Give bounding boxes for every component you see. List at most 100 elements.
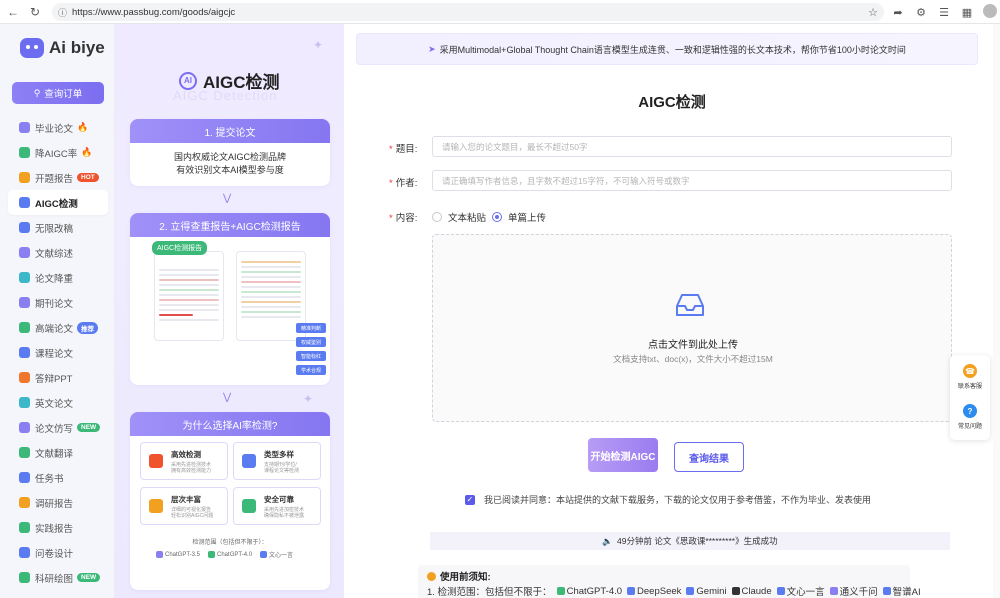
sidebar-item[interactable]: 论文降重 bbox=[8, 265, 108, 290]
bookmark-star-icon[interactable]: ☆ bbox=[868, 6, 878, 19]
collections-icon[interactable]: ▦ bbox=[959, 6, 975, 19]
model-tag: ChatGPT-3.5 bbox=[156, 551, 200, 558]
banner: ➤ 采用Multimodal+Global Thought Chain语言模型生… bbox=[356, 33, 978, 65]
topic-input[interactable]: 请输入您的论文题目，最长不超过50字 bbox=[432, 136, 952, 157]
sidebar-item[interactable]: 期刊论文 bbox=[8, 290, 108, 315]
sidebar-menu: 毕业论文 🔥 降AIGC率 🔥 开题报告 HOT AIGC检测 无限改稿 文献综述 论文降重 期刊论… bbox=[8, 115, 108, 590]
why-item-desc: 拥有高效检测能力 bbox=[171, 467, 212, 474]
sidebar-item-label: 论文降重 bbox=[35, 273, 74, 285]
model-icon bbox=[776, 587, 785, 595]
sidebar: Ai biye ⚲ 查询订单 毕业论文 🔥 降AIGC率 🔥 开题报告 HOT AIGC检测… bbox=[0, 24, 115, 598]
sidebar-item-label: 毕业论文 bbox=[35, 123, 74, 135]
logo[interactable]: Ai biye bbox=[20, 38, 105, 58]
sidebar-item[interactable]: 论文仿写 NEW bbox=[8, 415, 108, 440]
sidebar-item[interactable]: 科研绘图 NEW bbox=[8, 565, 108, 590]
sidebar-item-label: 任务书 bbox=[35, 473, 64, 485]
sidebar-item-label: 文献综述 bbox=[35, 248, 74, 260]
step1-line1: 国内权威论文AIGC检测品牌 bbox=[173, 152, 286, 162]
author-input[interactable]: 请正确填写作者信息，且字数不超过15字符，不可输入符号或数字 bbox=[432, 170, 952, 191]
topic-label: * 题目: bbox=[389, 144, 418, 155]
agreement: ✓ 我已阅读并同意：本站提供的文献下载服务，下载的论文仅用于参考借鉴，不作为毕业… bbox=[465, 493, 871, 506]
banner-text: 采用Multimodal+Global Thought Chain语言模型生成连… bbox=[439, 44, 906, 55]
sidebar-item[interactable]: 任务书 bbox=[8, 465, 108, 490]
radio-single-upload[interactable]: 单篇上传 bbox=[492, 210, 546, 224]
speaker-icon: 🔈 bbox=[602, 535, 613, 546]
model-icon bbox=[208, 551, 216, 558]
why-item: 高效检测 采用先进检测技术 拥有高效检测能力 bbox=[140, 442, 228, 480]
sidebar-item[interactable]: 文献翻译 bbox=[8, 440, 108, 465]
model-icon bbox=[627, 587, 636, 595]
sidebar-item[interactable]: 开题报告 HOT bbox=[8, 165, 108, 190]
sidebar-item-label: 无限改稿 bbox=[35, 223, 74, 235]
scrollbar[interactable] bbox=[993, 24, 1000, 598]
model-icon bbox=[156, 551, 163, 558]
report-feature-chip: 智能标红 bbox=[296, 351, 326, 361]
query-order-button[interactable]: ⚲ 查询订单 bbox=[12, 82, 104, 104]
radio-circle bbox=[432, 212, 442, 222]
sidebar-item[interactable]: 答辩PPT bbox=[8, 365, 108, 390]
back-icon[interactable]: ← bbox=[4, 3, 22, 21]
extensions-icon[interactable]: ⚙ bbox=[913, 6, 929, 19]
agree-checkbox[interactable]: ✓ bbox=[465, 494, 475, 505]
step2-title: 2. 立得查重报告+AIGC检测报告 bbox=[130, 213, 330, 237]
faq-label: 常见问题 bbox=[957, 424, 982, 430]
page-title: AIGC检测 bbox=[638, 94, 706, 111]
profile-avatar[interactable] bbox=[982, 4, 998, 21]
promo-ghost-text: AIGC Detection bbox=[173, 88, 278, 103]
share-icon[interactable]: ➦ bbox=[890, 6, 906, 19]
agree-text: 我已阅读并同意：本站提供的文献下载服务，下载的论文仅用于参考借鉴，不作为毕业、发… bbox=[484, 495, 872, 505]
radio-text-paste[interactable]: 文本粘贴 bbox=[432, 210, 486, 224]
why-item: 类型多样 支持期刊/学位/课程论文等检测 bbox=[233, 442, 321, 480]
why-item-icon bbox=[149, 499, 163, 513]
menu-item-icon bbox=[19, 322, 30, 333]
radio-paste-label: 文本粘贴 bbox=[448, 213, 487, 224]
radio-circle-selected bbox=[492, 212, 502, 222]
notice-text: 49分钟前 论文《思政课*********》生成成功 bbox=[617, 536, 778, 546]
sidebar-item[interactable]: 实践报告 bbox=[8, 515, 108, 540]
menu-item-icon bbox=[19, 397, 30, 408]
logo-text: Ai biye bbox=[49, 38, 105, 57]
content-label: * 内容: bbox=[389, 213, 418, 224]
step1-title: 1. 提交论文 bbox=[130, 119, 330, 143]
sidebar-item-label: 答辩PPT bbox=[35, 373, 73, 385]
ai-icon: AI bbox=[179, 71, 197, 90]
headset-icon: ☎ bbox=[963, 364, 977, 378]
upload-dropzone[interactable]: 点击文件到此处上传 文档支持txt、doc(x)，文件大小不超过15M bbox=[432, 234, 952, 422]
tips-line-text: 1. 检测范围：包括但不限于： bbox=[427, 587, 552, 598]
sidebar-item[interactable]: 降AIGC率 🔥 bbox=[8, 140, 108, 165]
favorites-icon[interactable]: ☰ bbox=[936, 6, 952, 19]
chevron-down-icon: ⋁ bbox=[223, 392, 232, 403]
model-icon bbox=[556, 587, 565, 595]
menu-item-icon bbox=[19, 547, 30, 558]
range-text: 检测范围（包括但不限于）： bbox=[192, 540, 268, 546]
sidebar-item[interactable]: 课程论文 bbox=[8, 340, 108, 365]
warning-icon bbox=[427, 571, 436, 581]
sidebar-item[interactable]: 高端论文 推荐 bbox=[8, 315, 108, 340]
sidebar-item[interactable]: 无限改稿 bbox=[8, 215, 108, 240]
query-result-button[interactable]: 查询结果 bbox=[674, 442, 744, 472]
sidebar-item[interactable]: 毕业论文 🔥 bbox=[8, 115, 108, 140]
reload-icon[interactable]: ↻ bbox=[26, 3, 44, 21]
sidebar-item-label: 问卷设计 bbox=[35, 548, 74, 560]
sidebar-item[interactable]: AIGC检测 bbox=[8, 190, 108, 215]
start-detection-button[interactable]: 开始检测AIGC bbox=[588, 438, 658, 472]
tips-panel: 使用前须知: 1. 检测范围：包括但不限于： ChatGPT-4.0 DeepSe… bbox=[418, 565, 921, 598]
sidebar-item[interactable]: 问卷设计 bbox=[8, 540, 108, 565]
customer-service-button[interactable]: ☎ 联系客服 bbox=[950, 364, 990, 390]
sidebar-item[interactable]: 调研报告 bbox=[8, 490, 108, 515]
site-info-icon[interactable]: ⓘ bbox=[58, 6, 67, 19]
model-icon bbox=[829, 587, 838, 595]
faq-button[interactable]: ? 常见问题 bbox=[950, 404, 990, 430]
model-icon bbox=[260, 551, 268, 558]
why-item-icon bbox=[242, 454, 256, 468]
sidebar-item[interactable]: 文献综述 bbox=[8, 240, 108, 265]
sidebar-item-label: 高端论文 bbox=[35, 323, 74, 335]
sidebar-item[interactable]: 英文论文 bbox=[8, 390, 108, 415]
why-item-desc: 轻松识别AIGC问题 bbox=[171, 512, 214, 519]
address-bar[interactable]: ⓘ https://www.passbug.com/goods/aigcjc ☆ bbox=[52, 3, 884, 21]
menu-item-icon bbox=[19, 372, 30, 383]
sidebar-item-label: 调研报告 bbox=[35, 498, 74, 510]
fire-icon: 🔥 bbox=[81, 147, 93, 157]
why-item-icon bbox=[242, 499, 256, 513]
report-tag: AIGC检测报告 bbox=[152, 241, 208, 255]
